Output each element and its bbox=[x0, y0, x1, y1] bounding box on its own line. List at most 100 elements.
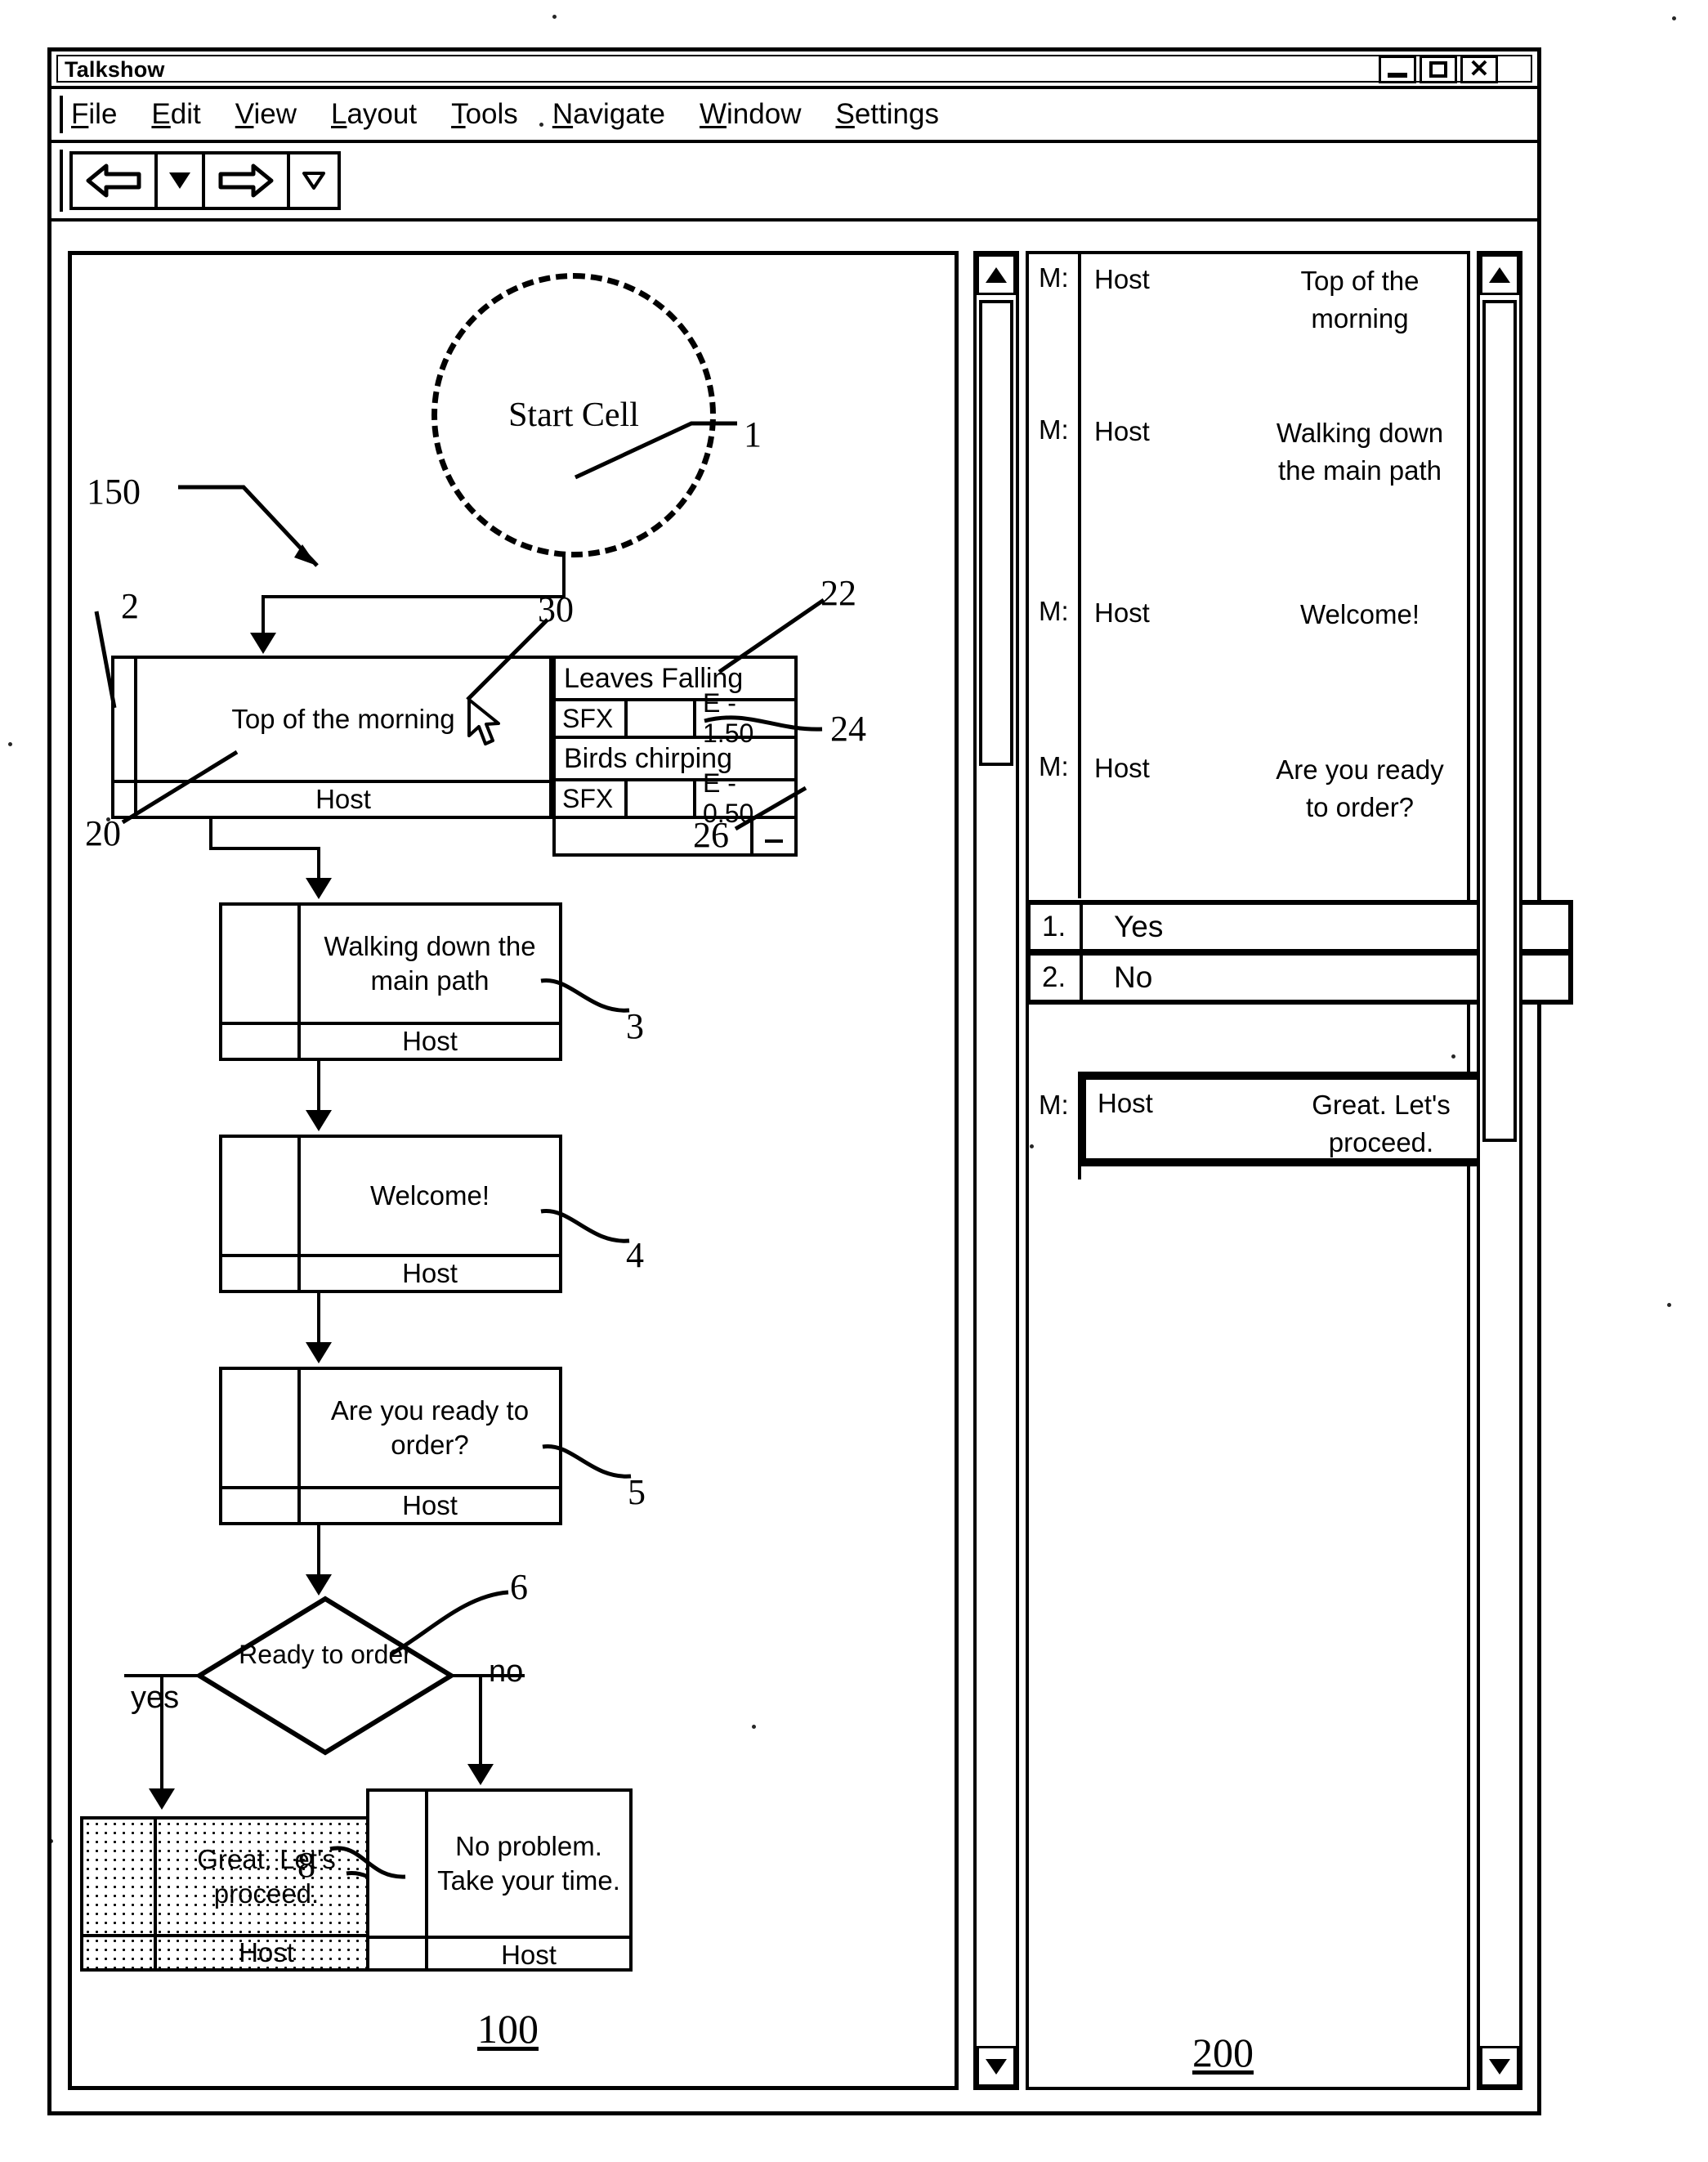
minimize-button[interactable] bbox=[1379, 56, 1416, 83]
script-row-4-actor: Host bbox=[1094, 753, 1150, 783]
script-outer-scrollbar[interactable] bbox=[973, 251, 1019, 2090]
maximize-button[interactable] bbox=[1420, 56, 1457, 83]
script-row-1-marker: M: bbox=[1029, 254, 1081, 406]
back-button[interactable] bbox=[73, 154, 158, 207]
scan-speckle bbox=[8, 742, 12, 746]
script-option-1-number: 1. bbox=[1031, 905, 1083, 949]
no-branch-arrowhead bbox=[467, 1764, 494, 1785]
flow-cell-4-text: Welcome! bbox=[369, 1180, 490, 1211]
window-title: Talkshow bbox=[65, 57, 165, 82]
flow-cell-4[interactable]: Welcome! Host bbox=[219, 1135, 562, 1293]
ref-26: 26 bbox=[693, 815, 729, 855]
sfx-blank-1 bbox=[628, 701, 696, 736]
menu-label-view: iew bbox=[253, 98, 297, 130]
script-inner-scrollbar[interactable] bbox=[1477, 251, 1522, 2090]
menu-accel-tools: T bbox=[451, 98, 466, 130]
application-window: Talkshow ✕ File Edit View Layout Tools N… bbox=[47, 47, 1573, 2115]
flow-cell-5-actor: Host bbox=[402, 1490, 458, 1520]
flowchart-panel[interactable]: 150 Start Cell 1 Top of the morning Host… bbox=[68, 251, 959, 2090]
flow-cell-5[interactable]: Are you ready to order? Host bbox=[219, 1367, 562, 1525]
flow-cell-5-bottom-gutter bbox=[222, 1489, 301, 1522]
flow-cell-3-gutter bbox=[222, 906, 301, 1022]
ref-150: 150 bbox=[87, 472, 141, 512]
menu-label-file: ile bbox=[88, 98, 118, 130]
script-row-3[interactable]: M: Host Welcome! bbox=[1029, 588, 1467, 743]
scan-speckle bbox=[1672, 16, 1676, 20]
script-row-1[interactable]: M: Host Top of the morning bbox=[1029, 254, 1467, 406]
back-dropdown-button[interactable] bbox=[158, 154, 205, 207]
leader-22 bbox=[718, 598, 825, 674]
script-inner-scroll-up-button[interactable] bbox=[1480, 254, 1519, 295]
yes-branch-arrowhead bbox=[149, 1788, 175, 1810]
script-list[interactable]: M: Host Top of the morning M: Host Walki… bbox=[1026, 251, 1573, 2090]
triangle-down-icon bbox=[1489, 2058, 1510, 2075]
connector-2-3-down bbox=[209, 819, 212, 850]
menu-item-file[interactable]: File bbox=[71, 98, 117, 131]
scan-speckle bbox=[49, 1839, 53, 1843]
forward-dropdown-button[interactable] bbox=[290, 154, 338, 207]
flow-cell-5-text: Are you ready to order? bbox=[330, 1395, 530, 1460]
connector-4-5-arrowhead bbox=[306, 1342, 332, 1363]
menu-bar: File Edit View Layout Tools Navigate Win… bbox=[51, 89, 1537, 143]
menu-accel-layout: L bbox=[331, 98, 347, 130]
flow-cell-4-gutter bbox=[222, 1138, 301, 1254]
chevron-down-icon bbox=[169, 172, 190, 189]
script-outer-scroll-down-button[interactable] bbox=[977, 2046, 1016, 2087]
menu-item-settings[interactable]: Settings bbox=[835, 98, 938, 131]
leader-24 bbox=[704, 715, 823, 732]
leader-30 bbox=[466, 618, 549, 701]
menu-item-navigate[interactable]: Navigate bbox=[552, 98, 665, 131]
script-row-1-text: Top of the morning bbox=[1300, 266, 1420, 333]
script-row-2-text: Walking down the main path bbox=[1276, 418, 1444, 486]
leader-1 bbox=[574, 421, 737, 480]
forward-button[interactable] bbox=[205, 154, 290, 207]
flow-cell-3-actor: Host bbox=[402, 1026, 458, 1056]
leader-8 bbox=[329, 1846, 406, 1879]
scan-speckle bbox=[1451, 1054, 1455, 1059]
flow-cell-8-text: No problem. Take your time. bbox=[437, 1831, 620, 1896]
toolbar bbox=[51, 143, 1537, 222]
script-outer-scroll-up-button[interactable] bbox=[977, 254, 1016, 295]
left-arrow-icon bbox=[86, 163, 141, 198]
flow-cell-3[interactable]: Walking down the main path Host bbox=[219, 902, 562, 1061]
script-inner-scroll-down-button[interactable] bbox=[1480, 2046, 1519, 2087]
connector-2-3-arrowhead bbox=[306, 878, 332, 899]
script-row-4-marker: M: bbox=[1029, 743, 1081, 898]
menu-item-view[interactable]: View bbox=[235, 98, 297, 131]
right-arrow-icon bbox=[218, 163, 274, 198]
close-button[interactable]: ✕ bbox=[1460, 56, 1498, 83]
connector-start-down bbox=[262, 595, 265, 636]
flow-cell-8-bottom-gutter bbox=[369, 1939, 428, 1972]
menu-accel-edit: E bbox=[151, 98, 171, 130]
script-option-2-number: 2. bbox=[1031, 956, 1083, 1000]
leader-5 bbox=[542, 1444, 632, 1479]
script-panel[interactable]: M: Host Top of the morning M: Host Walki… bbox=[973, 251, 1573, 2090]
menu-item-layout[interactable]: Layout bbox=[331, 98, 417, 131]
script-inner-scroll-thumb[interactable] bbox=[1482, 300, 1517, 1142]
script-row-4[interactable]: M: Host Are you ready to order? bbox=[1029, 743, 1467, 898]
script-row-3-marker: M: bbox=[1029, 588, 1081, 743]
triangle-down-icon bbox=[986, 2058, 1007, 2075]
script-row-2-actor: Host bbox=[1094, 416, 1150, 446]
script-option-1-label: Yes bbox=[1114, 910, 1164, 943]
menu-item-edit[interactable]: Edit bbox=[151, 98, 200, 131]
scan-speckle bbox=[106, 817, 110, 821]
close-icon: ✕ bbox=[1469, 56, 1490, 83]
menu-accel-window: W bbox=[699, 98, 727, 130]
scan-speckle bbox=[1667, 1303, 1671, 1307]
menu-item-window[interactable]: Window bbox=[700, 98, 802, 131]
script-row-2[interactable]: M: Host Walking down the main path bbox=[1029, 406, 1467, 588]
script-outer-scroll-thumb[interactable] bbox=[979, 300, 1013, 766]
menu-item-tools[interactable]: Tools bbox=[451, 98, 518, 131]
flow-cell-7-gutter bbox=[83, 1820, 157, 1934]
script-row-1-actor: Host bbox=[1094, 264, 1150, 294]
menu-label-layout: ayout bbox=[347, 98, 418, 130]
script-row-highlighted[interactable]: Host Great. Let's proceed. bbox=[1078, 1072, 1516, 1166]
menu-accel-settings: S bbox=[835, 98, 855, 130]
script-row-5-marker: M: bbox=[1029, 1081, 1081, 1179]
flow-cell-8-actor: Host bbox=[501, 1940, 557, 1970]
ref-20: 20 bbox=[85, 813, 121, 853]
leader-150 bbox=[178, 485, 319, 567]
flow-cell-7-actor: Host bbox=[239, 1937, 294, 1967]
minimize-icon bbox=[1388, 73, 1407, 78]
